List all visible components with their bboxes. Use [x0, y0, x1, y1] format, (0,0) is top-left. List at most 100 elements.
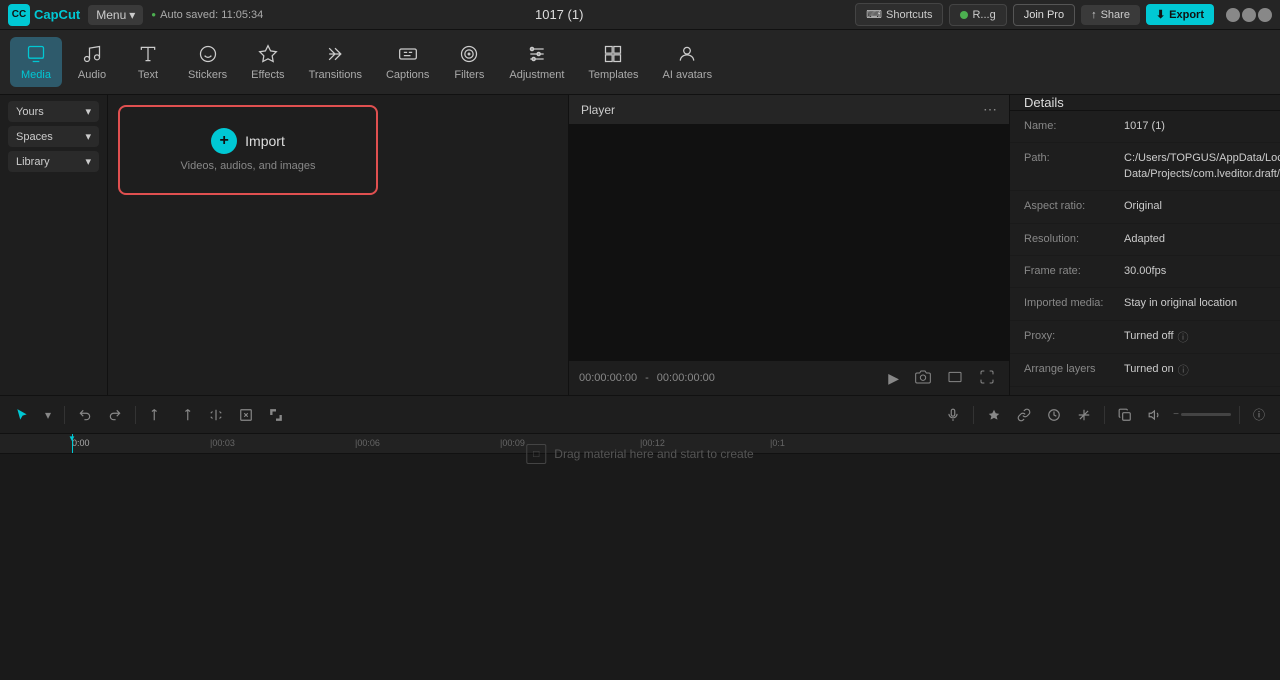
player-time-separator: - [645, 372, 649, 384]
volume-slider[interactable] [1181, 413, 1231, 416]
export-button[interactable]: ⬇ Export [1146, 4, 1214, 25]
export-icon: ⬇ [1156, 8, 1165, 21]
pro-label: R...g [972, 9, 995, 21]
freeze-button[interactable] [1072, 404, 1096, 426]
effects-icon [257, 43, 279, 65]
proxy-label: Proxy: [1024, 329, 1124, 345]
ruler-mark-15: |0:1 [770, 438, 785, 448]
proxy-info-icon[interactable]: ⓘ [1178, 329, 1189, 345]
drag-hint: □ Drag material here and start to create [526, 444, 753, 464]
transitions-label: Transitions [309, 69, 362, 81]
autosave-indicator: Auto saved: 11:05:34 [151, 9, 263, 21]
tool-ai-avatars[interactable]: AI avatars [653, 37, 723, 87]
menu-chevron-icon: ▾ [129, 8, 135, 22]
share-button[interactable]: ↑ Share [1081, 5, 1140, 25]
tool-audio[interactable]: Audio [66, 37, 118, 87]
speed-button[interactable] [1042, 404, 1066, 426]
undo-button[interactable] [73, 404, 97, 426]
menu-button[interactable]: Menu ▾ [88, 5, 143, 25]
resolution-value: Adapted [1124, 232, 1266, 247]
share-icon: ↑ [1091, 9, 1097, 21]
transitions-icon [324, 43, 346, 65]
resolution-label: Resolution: [1024, 232, 1124, 247]
spaces-chevron-icon: ▾ [85, 130, 91, 143]
toolbar-separator-3 [973, 406, 974, 424]
detail-arrange-layers-row: Arrange layers Turned on ⓘ [1010, 354, 1280, 387]
import-label: Import [245, 133, 285, 149]
tool-captions[interactable]: Captions [376, 37, 439, 87]
main-content: Yours ▾ Spaces ▾ Library ▾ + Import Vide… [0, 95, 1280, 395]
spaces-dropdown[interactable]: Spaces ▾ [8, 126, 99, 147]
timeline-tracks: 0:00 |00:03 |00:06 |00:09 |00:12 |0:1 □ … [0, 434, 1280, 680]
adjustment-icon [526, 43, 548, 65]
detail-proxy-row: Proxy: Turned off ⓘ [1010, 321, 1280, 354]
tool-templates[interactable]: Templates [578, 37, 648, 87]
tool-transitions[interactable]: Transitions [299, 37, 372, 87]
split-button[interactable] [204, 404, 228, 426]
keyframe-button[interactable] [982, 404, 1006, 426]
delete-button[interactable] [234, 404, 258, 426]
player-menu-icon[interactable]: ⋯ [983, 101, 997, 118]
fullscreen-button[interactable] [975, 367, 999, 390]
ruler-mark-9: |00:09 [500, 438, 525, 448]
tool-effects[interactable]: Effects [241, 37, 294, 87]
app-logo: CC CapCut [8, 4, 80, 26]
library-dropdown[interactable]: Library ▾ [8, 151, 99, 172]
play-button[interactable]: ▶ [884, 368, 903, 389]
tool-filters[interactable]: Filters [443, 37, 495, 87]
settings-button[interactable]: ⓘ [1248, 402, 1270, 427]
aspect-ratio-label: Aspect ratio: [1024, 199, 1124, 214]
import-subtitle: Videos, audios, and images [181, 160, 316, 172]
keyboard-icon: ⌨ [866, 8, 882, 21]
redo-button[interactable] [103, 404, 127, 426]
timeline-playhead[interactable] [72, 434, 73, 453]
pro-account-button[interactable]: R...g [949, 4, 1006, 26]
join-pro-button[interactable]: Join Pro [1013, 4, 1075, 26]
volume-slider-container: − [1173, 409, 1231, 420]
detail-imported-media-row: Imported media: Stay in original locatio… [1010, 288, 1280, 320]
crop-button[interactable] [264, 404, 288, 426]
media-label: Media [21, 69, 51, 81]
maximize-button[interactable] [1242, 8, 1256, 22]
drag-hint-icon: □ [526, 444, 546, 464]
tool-bar: Media Audio Text Stickers Effects Transi… [0, 30, 1280, 95]
panel-section-yours: Yours ▾ Spaces ▾ Library ▾ [0, 95, 107, 182]
proxy-value: Turned off [1124, 329, 1174, 344]
shortcuts-button[interactable]: ⌨ Shortcuts [855, 3, 943, 26]
details-title: Details [1024, 95, 1064, 110]
tool-media[interactable]: Media [10, 37, 62, 87]
arrange-layers-info-icon[interactable]: ⓘ [1178, 362, 1189, 378]
timeline-toolbar: ▾ [0, 396, 1280, 434]
close-button[interactable] [1258, 8, 1272, 22]
mic-button[interactable] [941, 404, 965, 426]
split-start-button[interactable] [144, 404, 168, 426]
volume-minus-icon: − [1173, 409, 1179, 420]
tool-text[interactable]: Text [122, 37, 174, 87]
tool-stickers[interactable]: Stickers [178, 37, 237, 87]
name-label: Name: [1024, 119, 1124, 134]
yours-chevron-icon: ▾ [85, 105, 91, 118]
player-controls: 00:00:00:00 - 00:00:00:00 ▶ [569, 360, 1009, 395]
library-chevron-icon: ▾ [85, 155, 91, 168]
select-tool-button[interactable] [10, 404, 34, 426]
detail-framerate-row: Frame rate: 30.00fps [1010, 256, 1280, 288]
split-end-button[interactable] [174, 404, 198, 426]
yours-dropdown[interactable]: Yours ▾ [8, 101, 99, 122]
captions-label: Captions [386, 69, 429, 81]
minimize-button[interactable] [1226, 8, 1240, 22]
aspect-ratio-button[interactable] [943, 367, 967, 390]
path-value: C:/Users/TOPGUS/AppData/Local/CapCut/Use… [1124, 151, 1280, 182]
templates-icon [602, 43, 624, 65]
select-chevron-button[interactable]: ▾ [40, 404, 56, 426]
screenshot-button[interactable] [911, 367, 935, 390]
text-icon [137, 43, 159, 65]
audio-icon [81, 43, 103, 65]
detail-name-row: Name: 1017 (1) [1010, 111, 1280, 143]
link-button[interactable] [1012, 404, 1036, 426]
copy-frame-button[interactable] [1113, 404, 1137, 426]
stickers-label: Stickers [188, 69, 227, 81]
tool-adjustment[interactable]: Adjustment [499, 37, 574, 87]
volume-button[interactable] [1143, 404, 1167, 426]
player-canvas [569, 125, 1009, 360]
import-button[interactable]: + Import Videos, audios, and images [118, 105, 378, 195]
